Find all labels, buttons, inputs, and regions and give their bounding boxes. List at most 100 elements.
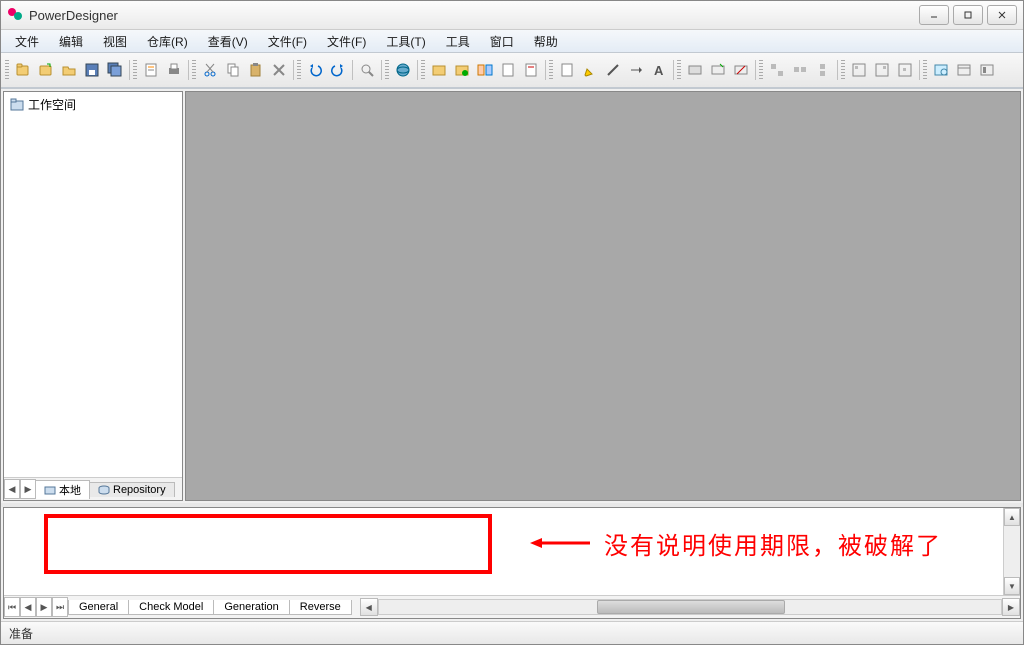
compare-icon[interactable]: [474, 59, 496, 81]
output-tab-general[interactable]: General: [68, 600, 129, 615]
sheet-a-icon[interactable]: [497, 59, 519, 81]
menu-tools[interactable]: 工具(T): [376, 31, 435, 52]
text-icon[interactable]: A: [648, 59, 670, 81]
toolbar-grip[interactable]: [421, 60, 425, 80]
page-icon[interactable]: [556, 59, 578, 81]
new-model-icon[interactable]: [35, 59, 57, 81]
save-icon[interactable]: [81, 59, 103, 81]
print-icon[interactable]: [163, 59, 185, 81]
title-bar: PowerDesigner: [1, 1, 1023, 30]
menu-repository[interactable]: 仓库(R): [137, 31, 198, 52]
view-c-icon[interactable]: [976, 59, 998, 81]
toolbar-grip[interactable]: [841, 60, 845, 80]
tree-tabs: ◀ ▶ 本地 Repository: [4, 477, 182, 500]
output-vscrollbar[interactable]: ▲ ▼: [1003, 508, 1020, 595]
folder-b-icon[interactable]: [451, 59, 473, 81]
view-b-icon[interactable]: [953, 59, 975, 81]
rect-a-icon[interactable]: [684, 59, 706, 81]
menu-view[interactable]: 视图: [93, 31, 137, 52]
open-icon[interactable]: [58, 59, 80, 81]
output-tab-first-icon[interactable]: ⏮: [4, 597, 20, 617]
scroll-down-icon[interactable]: ▼: [1004, 577, 1020, 595]
scroll-track[interactable]: [1004, 526, 1020, 577]
delete-icon[interactable]: [268, 59, 290, 81]
paste-icon[interactable]: [245, 59, 267, 81]
tree-body[interactable]: 工作空间: [4, 92, 182, 477]
toolbar-separator: [545, 60, 546, 80]
scroll-up-icon[interactable]: ▲: [1004, 508, 1020, 526]
output-bottom-bar: ⏮ ◀ ▶ ⏭ General Check Model Generation R…: [4, 595, 1020, 618]
toolbar-grip[interactable]: [5, 60, 9, 80]
layout-b-icon[interactable]: [871, 59, 893, 81]
minimize-button[interactable]: [919, 5, 949, 25]
menu-help[interactable]: 帮助: [524, 31, 568, 52]
layout-c-icon[interactable]: [894, 59, 916, 81]
toolbar-grip[interactable]: [759, 60, 763, 80]
toolbar-grip[interactable]: [923, 60, 927, 80]
save-all-icon[interactable]: [104, 59, 126, 81]
undo-icon[interactable]: [304, 59, 326, 81]
tree-tab-repository[interactable]: Repository: [89, 482, 175, 497]
find-icon[interactable]: [356, 59, 378, 81]
properties-icon[interactable]: [140, 59, 162, 81]
output-body[interactable]: 没有说明使用期限，被破解了 ▲ ▼: [4, 508, 1020, 595]
toolbar-grip[interactable]: [677, 60, 681, 80]
rect-c-icon[interactable]: [730, 59, 752, 81]
redo-icon[interactable]: [327, 59, 349, 81]
output-hscrollbar[interactable]: ◀ ▶: [360, 599, 1020, 615]
edit-icon[interactable]: [579, 59, 601, 81]
output-pane-close-icon[interactable]: ×: [0, 505, 1, 517]
layout-a-icon[interactable]: [848, 59, 870, 81]
scroll-track-h[interactable]: [378, 599, 1002, 615]
canvas-area[interactable]: [185, 91, 1021, 501]
align-a-icon[interactable]: [766, 59, 788, 81]
menu-edit[interactable]: 编辑: [49, 31, 93, 52]
output-tab-reverse[interactable]: Reverse: [289, 600, 352, 615]
output-pane: 没有说明使用期限，被破解了 ▲ ▼ ⏮ ◀ ▶ ⏭ General Check: [3, 507, 1021, 619]
output-tab-prev-icon[interactable]: ◀: [20, 597, 36, 617]
arrow-icon[interactable]: [625, 59, 647, 81]
maximize-button[interactable]: [953, 5, 983, 25]
tree-root-node[interactable]: 工作空间: [10, 96, 176, 113]
menu-file3[interactable]: 文件(F): [317, 31, 376, 52]
toolbar-grip[interactable]: [192, 60, 196, 80]
sheet-b-icon[interactable]: [520, 59, 542, 81]
align-c-icon[interactable]: [812, 59, 834, 81]
line-icon[interactable]: [602, 59, 624, 81]
menu-window[interactable]: 窗口: [480, 31, 524, 52]
output-tab-last-icon[interactable]: ⏭: [52, 597, 68, 617]
tree-tab-local[interactable]: 本地: [35, 480, 90, 499]
toolbar-separator: [188, 60, 189, 80]
toolbar-grip[interactable]: [549, 60, 553, 80]
toolbar-grip[interactable]: [133, 60, 137, 80]
align-b-icon[interactable]: [789, 59, 811, 81]
scroll-left-icon[interactable]: ◀: [360, 598, 378, 616]
menu-file2[interactable]: 文件(F): [258, 31, 317, 52]
tree-tab-prev-icon[interactable]: ◀: [4, 479, 20, 499]
menu-tools2[interactable]: 工具: [436, 31, 480, 52]
output-tab-next-icon[interactable]: ▶: [36, 597, 52, 617]
folder-a-icon[interactable]: [428, 59, 450, 81]
browser-icon[interactable]: [392, 59, 414, 81]
toolbar-grip[interactable]: [297, 60, 301, 80]
scroll-thumb[interactable]: [597, 600, 786, 614]
scroll-right-icon[interactable]: ▶: [1002, 598, 1020, 616]
tree-pane-close-icon[interactable]: ×: [0, 87, 1, 99]
tree-pane: 工作空间 ◀ ▶ 本地 Repository: [3, 91, 183, 501]
repository-icon: [98, 484, 110, 496]
output-tab-generation[interactable]: Generation: [213, 600, 289, 615]
copy-icon[interactable]: [222, 59, 244, 81]
toolbar-grip[interactable]: [385, 60, 389, 80]
view-a-icon[interactable]: [930, 59, 952, 81]
output-tabs: ⏮ ◀ ▶ ⏭ General Check Model Generation R…: [4, 597, 352, 617]
annotation-box: [44, 514, 492, 574]
menu-file[interactable]: 文件: [5, 31, 49, 52]
tree-tab-next-icon[interactable]: ▶: [20, 479, 36, 499]
cut-icon[interactable]: [199, 59, 221, 81]
output-tab-check-model[interactable]: Check Model: [128, 600, 214, 615]
new-project-icon[interactable]: [12, 59, 34, 81]
status-bar: 准备: [1, 621, 1023, 644]
menu-look[interactable]: 查看(V): [198, 31, 258, 52]
close-button[interactable]: [987, 5, 1017, 25]
rect-b-icon[interactable]: [707, 59, 729, 81]
